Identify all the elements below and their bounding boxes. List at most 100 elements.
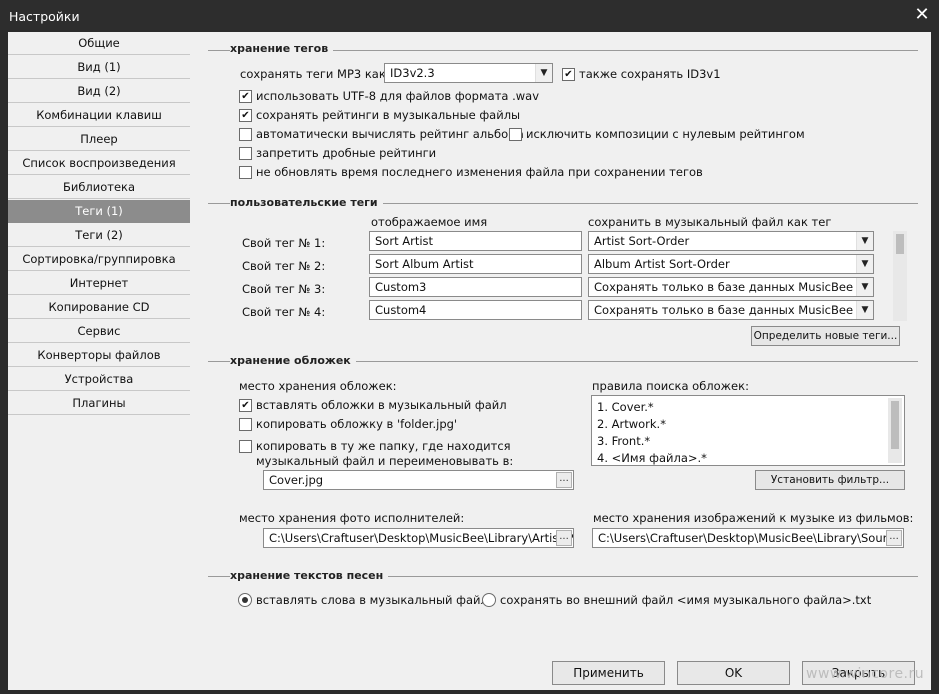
no-update-mtime-label: не обновлять время последнего изменения …: [256, 165, 703, 179]
sidebar-item-hotkeys[interactable]: Комбинации клавиш: [8, 104, 190, 127]
sidebar-item-general[interactable]: Общие: [8, 32, 190, 55]
movie-images-location-label: место хранения изображений к музыке из ф…: [593, 511, 914, 525]
copy-folder-jpg-checkbox[interactable]: [239, 418, 252, 431]
also-id3v1-label: также сохранять ID3v1: [579, 67, 721, 81]
sidebar-item-tags-1[interactable]: Теги (1): [8, 200, 190, 223]
custom-tag-3-save-as-value: Сохранять только в базе данных MusicBee: [594, 280, 854, 294]
sidebar-item-playlist[interactable]: Список воспроизведения: [8, 152, 190, 175]
utf8-wav-checkbox[interactable]: ✔: [239, 90, 252, 103]
section-header-custom-tags: пользовательские теги: [230, 196, 383, 209]
no-update-mtime-checkbox[interactable]: [239, 166, 252, 179]
also-id3v1-checkbox[interactable]: ✔: [562, 68, 575, 81]
close-icon[interactable]: ✕: [910, 3, 934, 27]
chevron-down-icon: ▼: [856, 278, 873, 296]
artwork-location-label: место хранения обложек:: [239, 379, 397, 393]
sidebar-item-cd-ripping[interactable]: Копирование CD: [8, 296, 190, 319]
custom-tag-1-label: Свой тег № 1:: [242, 236, 326, 250]
auto-album-rating-checkbox[interactable]: [239, 128, 252, 141]
custom-tag-1-name-input[interactable]: Sort Artist: [369, 231, 582, 251]
section-header-artwork: хранение обложек: [230, 354, 356, 367]
custom-tag-4-save-as-dropdown[interactable]: Сохранять только в базе данных MusicBee …: [588, 300, 874, 320]
exclude-zero-rating-label: исключить композиции с нулевым рейтингом: [526, 127, 805, 141]
custom-tag-1-save-as-dropdown[interactable]: Artist Sort-Order ▼: [588, 231, 874, 251]
artist-photo-location-label: место хранения фото исполнителей:: [239, 511, 465, 525]
list-item[interactable]: 2. Artwork.*: [597, 417, 666, 431]
title-bar: Настройки ✕: [0, 0, 939, 30]
sidebar-item-devices[interactable]: Устройства: [8, 368, 190, 391]
sidebar-item-view-2[interactable]: Вид (2): [8, 80, 190, 103]
radio-selected-dot: [242, 597, 248, 603]
column-header-display-name: отображаемое имя: [371, 215, 488, 229]
movie-images-path-value: C:\Users\Craftuser\Desktop\MusicBee\Libr…: [598, 531, 902, 545]
custom-tag-2-name-input[interactable]: Sort Album Artist: [369, 254, 582, 274]
sidebar-item-player[interactable]: Плеер: [8, 128, 190, 151]
custom-tag-3-save-as-dropdown[interactable]: Сохранять только в базе данных MusicBee …: [588, 277, 874, 297]
artist-photo-path-input[interactable]: C:\Users\Craftuser\Desktop\MusicBee\Libr…: [263, 528, 574, 548]
sidebar-item-library[interactable]: Библиотека: [8, 176, 190, 199]
embed-lyrics-label: вставлять слова в музыкальный файл: [256, 593, 488, 607]
watermark: www.wincore.ru: [806, 666, 925, 682]
artwork-search-rules-label: правила поиска обложек:: [592, 379, 749, 393]
rename-filename-input[interactable]: Cover.jpg ...: [263, 470, 574, 490]
set-filter-button[interactable]: Установить фильтр...: [755, 470, 905, 490]
scrollbar-thumb[interactable]: [891, 401, 899, 449]
copy-rename-label-line2: музыкальный файл и переименовывать в:: [256, 454, 514, 468]
save-ratings-checkbox[interactable]: ✔: [239, 109, 252, 122]
section-header-tag-storage: хранение тегов: [230, 42, 334, 55]
custom-tags-scrollbar[interactable]: [893, 231, 907, 321]
browse-button[interactable]: ...: [886, 530, 902, 546]
movie-images-path-input[interactable]: C:\Users\Craftuser\Desktop\MusicBee\Libr…: [592, 528, 904, 548]
sidebar-item-plugins[interactable]: Плагины: [8, 392, 190, 415]
chevron-down-icon: ▼: [856, 232, 873, 250]
no-fractional-rating-label: запретить дробные рейтинги: [256, 146, 437, 160]
artist-photo-path-value: C:\Users\Craftuser\Desktop\MusicBee\Libr…: [269, 531, 574, 545]
custom-tag-2-label: Свой тег № 2:: [242, 259, 326, 273]
custom-tag-4-name-input[interactable]: Custom4: [369, 300, 582, 320]
custom-tag-2-save-as-value: Album Artist Sort-Order: [594, 257, 730, 271]
mp3-format-dropdown[interactable]: ID3v2.3 ▼: [384, 63, 553, 83]
auto-album-rating-label: автоматически вычислять рейтинг альбома: [256, 127, 524, 141]
copy-rename-checkbox[interactable]: [239, 440, 252, 453]
footer-bar: [8, 650, 931, 690]
custom-tag-4-label: Свой тег № 4:: [242, 305, 326, 319]
exclude-zero-rating-checkbox[interactable]: [509, 128, 522, 141]
window-title: Настройки: [9, 9, 80, 24]
mp3-tags-label: сохранять теги MP3 как:: [240, 67, 390, 81]
external-lyrics-radio[interactable]: [482, 593, 496, 607]
define-new-tags-button[interactable]: Определить новые теги...: [751, 326, 900, 346]
custom-tag-3-name-input[interactable]: Custom3: [369, 277, 582, 297]
custom-tag-1-save-as-value: Artist Sort-Order: [594, 234, 690, 248]
embed-lyrics-radio[interactable]: [238, 593, 252, 607]
ok-button[interactable]: OK: [677, 661, 790, 685]
embed-artwork-label: вставлять обложки в музыкальный файл: [256, 398, 507, 412]
embed-artwork-checkbox[interactable]: ✔: [239, 399, 252, 412]
chevron-down-icon: ▼: [856, 255, 873, 273]
artwork-search-rules-list[interactable]: 1. Cover.* 2. Artwork.* 3. Front.* 4. <И…: [591, 395, 905, 466]
rename-filename-value: Cover.jpg: [269, 473, 324, 487]
sidebar-item-converters[interactable]: Конверторы файлов: [8, 344, 190, 367]
scrollbar-thumb[interactable]: [896, 234, 904, 254]
copy-folder-jpg-label: копировать обложку в 'folder.jpg': [256, 417, 458, 431]
sidebar-item-sorting[interactable]: Сортировка/группировка: [8, 248, 190, 271]
custom-tag-2-save-as-dropdown[interactable]: Album Artist Sort-Order ▼: [588, 254, 874, 274]
no-fractional-rating-checkbox[interactable]: [239, 147, 252, 160]
mp3-format-value: ID3v2.3: [390, 66, 435, 80]
sidebar: Общие Вид (1) Вид (2) Комбинации клавиш …: [8, 32, 191, 650]
browse-button[interactable]: ...: [556, 530, 572, 546]
external-lyrics-label: сохранять во внешний файл <имя музыкальн…: [500, 593, 872, 607]
apply-button[interactable]: Применить: [552, 661, 665, 685]
sidebar-item-view-1[interactable]: Вид (1): [8, 56, 190, 79]
list-item[interactable]: 4. <Имя файла>.*: [597, 451, 707, 465]
save-ratings-label: сохранять рейтинги в музыкальные файлы: [256, 108, 521, 122]
custom-tag-3-label: Свой тег № 3:: [242, 282, 326, 296]
custom-tag-4-save-as-value: Сохранять только в базе данных MusicBee: [594, 303, 854, 317]
sidebar-item-tags-2[interactable]: Теги (2): [8, 224, 190, 247]
search-rules-scrollbar[interactable]: [888, 398, 902, 463]
sidebar-item-service[interactable]: Сервис: [8, 320, 190, 343]
list-item[interactable]: 3. Front.*: [597, 434, 650, 448]
column-header-save-as: сохранить в музыкальный файл как тег: [588, 215, 832, 229]
list-item[interactable]: 1. Cover.*: [597, 400, 654, 414]
chevron-down-icon: ▼: [535, 64, 552, 82]
sidebar-item-internet[interactable]: Интернет: [8, 272, 190, 295]
browse-button[interactable]: ...: [556, 472, 572, 488]
